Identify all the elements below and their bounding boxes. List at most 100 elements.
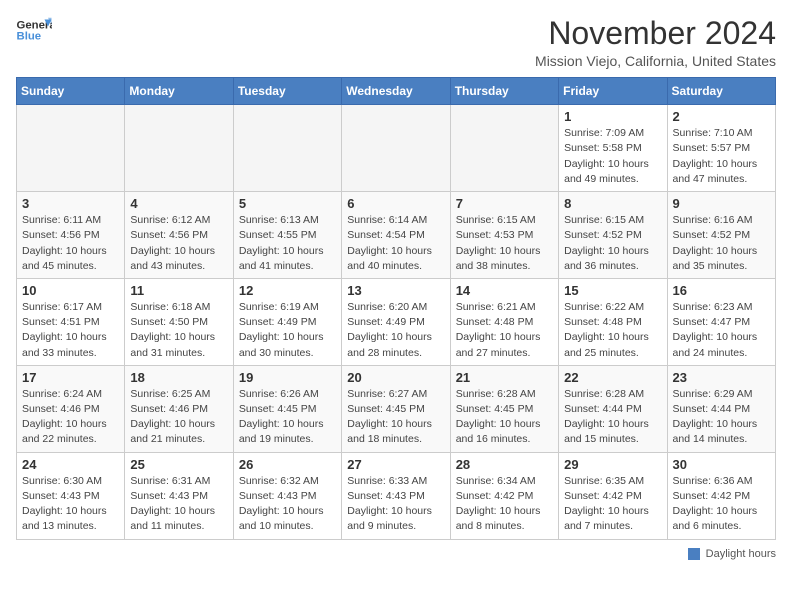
day-cell: 5 Sunrise: 6:13 AM Sunset: 4:55 PM Daylig… [233,192,341,279]
day-number: 5 [239,196,336,211]
day-info: Sunrise: 6:25 AM Sunset: 4:46 PM Dayligh… [130,387,227,448]
day-info: Sunrise: 6:14 AM Sunset: 4:54 PM Dayligh… [347,213,444,274]
day-info: Sunrise: 6:31 AM Sunset: 4:43 PM Dayligh… [130,474,227,535]
day-number: 22 [564,370,661,385]
week-row-5: 24 Sunrise: 6:30 AM Sunset: 4:43 PM Dayli… [17,452,776,539]
day-cell: 13 Sunrise: 6:20 AM Sunset: 4:49 PM Dayli… [342,278,450,365]
svg-text:Blue: Blue [17,31,42,43]
logo-icon: General Blue [16,16,52,44]
day-cell: 18 Sunrise: 6:25 AM Sunset: 4:46 PM Dayli… [125,365,233,452]
location: Mission Viejo, California, United States [535,53,776,69]
day-cell: 23 Sunrise: 6:29 AM Sunset: 4:44 PM Dayli… [667,365,775,452]
day-header-monday: Monday [125,78,233,105]
day-cell: 1 Sunrise: 7:09 AM Sunset: 5:58 PM Daylig… [559,105,667,192]
day-number: 6 [347,196,444,211]
day-number: 18 [130,370,227,385]
daylight-legend-dot [688,548,700,560]
day-info: Sunrise: 6:33 AM Sunset: 4:43 PM Dayligh… [347,474,444,535]
day-cell [233,105,341,192]
daylight-label: Daylight hours [706,548,776,560]
day-cell: 25Sunrise: 6:31 AM Sunset: 4:43 PM Dayli… [125,452,233,539]
day-info: Sunrise: 6:18 AM Sunset: 4:50 PM Dayligh… [130,300,227,361]
day-cell: 12 Sunrise: 6:19 AM Sunset: 4:49 PM Dayli… [233,278,341,365]
day-cell: 22Sunrise: 6:28 AM Sunset: 4:44 PM Dayli… [559,365,667,452]
day-cell: 10 Sunrise: 6:17 AM Sunset: 4:51 PM Dayli… [17,278,125,365]
day-info: Sunrise: 6:34 AM Sunset: 4:42 PM Dayligh… [456,474,553,535]
day-number: 16 [673,283,770,298]
day-number: 14 [456,283,553,298]
day-number: 1 [564,109,661,124]
day-number: 4 [130,196,227,211]
day-number: 10 [22,283,119,298]
day-info: Sunrise: 7:10 AM Sunset: 5:57 PM Dayligh… [673,126,770,187]
day-info: Sunrise: 6:26 AM Sunset: 4:45 PM Dayligh… [239,387,336,448]
day-info: Sunrise: 6:16 AM Sunset: 4:52 PM Dayligh… [673,213,770,274]
day-cell: 14 Sunrise: 6:21 AM Sunset: 4:48 PM Dayli… [450,278,558,365]
day-header-sunday: Sunday [17,78,125,105]
day-cell: 21 Sunrise: 6:28 AM Sunset: 4:45 PM Dayli… [450,365,558,452]
day-cell: 24 Sunrise: 6:30 AM Sunset: 4:43 PM Dayli… [17,452,125,539]
day-cell: 6 Sunrise: 6:14 AM Sunset: 4:54 PM Daylig… [342,192,450,279]
day-number: 9 [673,196,770,211]
day-cell: 19Sunrise: 6:26 AM Sunset: 4:45 PM Dayli… [233,365,341,452]
day-info: Sunrise: 6:36 AM Sunset: 4:42 PM Dayligh… [673,474,770,535]
day-cell: 9 Sunrise: 6:16 AM Sunset: 4:52 PM Daylig… [667,192,775,279]
day-header-friday: Friday [559,78,667,105]
day-info: Sunrise: 6:12 AM Sunset: 4:56 PM Dayligh… [130,213,227,274]
day-info: Sunrise: 6:19 AM Sunset: 4:49 PM Dayligh… [239,300,336,361]
day-number: 24 [22,457,119,472]
day-cell: 20Sunrise: 6:27 AM Sunset: 4:45 PM Dayli… [342,365,450,452]
day-header-wednesday: Wednesday [342,78,450,105]
day-cell [17,105,125,192]
day-number: 11 [130,283,227,298]
day-info: Sunrise: 6:23 AM Sunset: 4:47 PM Dayligh… [673,300,770,361]
day-cell: 15Sunrise: 6:22 AM Sunset: 4:48 PM Dayli… [559,278,667,365]
day-info: Sunrise: 6:15 AM Sunset: 4:52 PM Dayligh… [564,213,661,274]
day-info: Sunrise: 6:35 AM Sunset: 4:42 PM Dayligh… [564,474,661,535]
day-cell: 26 Sunrise: 6:32 AM Sunset: 4:43 PM Dayli… [233,452,341,539]
day-cell: 2 Sunrise: 7:10 AM Sunset: 5:57 PM Daylig… [667,105,775,192]
day-cell: 27 Sunrise: 6:33 AM Sunset: 4:43 PM Dayli… [342,452,450,539]
day-info: Sunrise: 6:22 AM Sunset: 4:48 PM Dayligh… [564,300,661,361]
day-cell: 8Sunrise: 6:15 AM Sunset: 4:52 PM Daylig… [559,192,667,279]
day-cell: 16 Sunrise: 6:23 AM Sunset: 4:47 PM Dayli… [667,278,775,365]
footer: Daylight hours [16,548,776,560]
day-number: 29 [564,457,661,472]
day-info: Sunrise: 6:20 AM Sunset: 4:49 PM Dayligh… [347,300,444,361]
day-number: 12 [239,283,336,298]
day-number: 2 [673,109,770,124]
title-area: November 2024 Mission Viejo, California,… [535,16,776,69]
week-row-3: 10 Sunrise: 6:17 AM Sunset: 4:51 PM Dayli… [17,278,776,365]
day-number: 3 [22,196,119,211]
calendar: SundayMondayTuesdayWednesdayThursdayFrid… [16,77,776,539]
day-cell: 4 Sunrise: 6:12 AM Sunset: 4:56 PM Daylig… [125,192,233,279]
day-cell [450,105,558,192]
day-number: 23 [673,370,770,385]
day-info: Sunrise: 7:09 AM Sunset: 5:58 PM Dayligh… [564,126,661,187]
day-header-thursday: Thursday [450,78,558,105]
day-cell: 11 Sunrise: 6:18 AM Sunset: 4:50 PM Dayli… [125,278,233,365]
day-cell: 7 Sunrise: 6:15 AM Sunset: 4:53 PM Daylig… [450,192,558,279]
day-cell: 28Sunrise: 6:34 AM Sunset: 4:42 PM Dayli… [450,452,558,539]
day-info: Sunrise: 6:17 AM Sunset: 4:51 PM Dayligh… [22,300,119,361]
day-info: Sunrise: 6:32 AM Sunset: 4:43 PM Dayligh… [239,474,336,535]
day-number: 26 [239,457,336,472]
logo: General Blue [16,16,52,44]
day-cell: 29 Sunrise: 6:35 AM Sunset: 4:42 PM Dayli… [559,452,667,539]
day-info: Sunrise: 6:15 AM Sunset: 4:53 PM Dayligh… [456,213,553,274]
day-cell [125,105,233,192]
day-header-saturday: Saturday [667,78,775,105]
day-number: 27 [347,457,444,472]
day-number: 13 [347,283,444,298]
day-number: 21 [456,370,553,385]
day-info: Sunrise: 6:28 AM Sunset: 4:45 PM Dayligh… [456,387,553,448]
day-info: Sunrise: 6:29 AM Sunset: 4:44 PM Dayligh… [673,387,770,448]
day-info: Sunrise: 6:30 AM Sunset: 4:43 PM Dayligh… [22,474,119,535]
day-info: Sunrise: 6:24 AM Sunset: 4:46 PM Dayligh… [22,387,119,448]
day-cell: 30Sunrise: 6:36 AM Sunset: 4:42 PM Dayli… [667,452,775,539]
day-info: Sunrise: 6:13 AM Sunset: 4:55 PM Dayligh… [239,213,336,274]
day-header-tuesday: Tuesday [233,78,341,105]
day-info: Sunrise: 6:21 AM Sunset: 4:48 PM Dayligh… [456,300,553,361]
day-number: 7 [456,196,553,211]
day-info: Sunrise: 6:27 AM Sunset: 4:45 PM Dayligh… [347,387,444,448]
